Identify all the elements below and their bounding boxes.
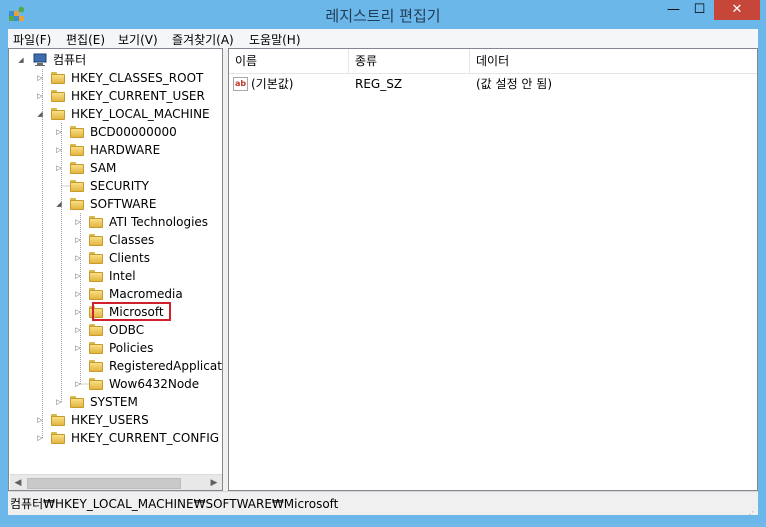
- collapse-arrow-icon[interactable]: ◢: [36, 105, 44, 123]
- window-title: 레지스트리 편집기: [325, 7, 441, 25]
- tree-label: 컴퓨터: [53, 53, 87, 67]
- tree-viewport: ◢ 컴퓨터 ▷ HKEY_CLASSES_ROOT ▷ HKEY_CURRENT…: [9, 49, 222, 472]
- folder-icon: [51, 72, 65, 84]
- folder-icon: [51, 90, 65, 102]
- status-bar: 컴퓨터₩HKEY_LOCAL_MACHINE₩SOFTWARE₩Microsof…: [8, 491, 758, 519]
- tree-label: HKEY_CURRENT_USER: [71, 89, 205, 103]
- tree-label: ATI Technologies: [109, 215, 209, 229]
- expand-arrow-icon[interactable]: ▷: [36, 429, 44, 447]
- maximize-button[interactable]: ☐: [686, 2, 713, 22]
- column-header-type[interactable]: 종류: [349, 49, 470, 73]
- expand-arrow-icon[interactable]: ▷: [36, 87, 44, 105]
- scroll-thumb[interactable]: [27, 478, 181, 489]
- menu-file[interactable]: 파일(F): [13, 31, 51, 48]
- expand-arrow-icon[interactable]: ▷: [74, 285, 82, 303]
- expand-arrow-icon[interactable]: ▷: [55, 141, 63, 159]
- resize-grip-icon[interactable]: ⋰: [746, 503, 756, 519]
- menu-bar: 파일(F) 편집(E) 보기(V) 즐겨찾기(A) 도움말(H): [8, 29, 758, 49]
- folder-icon: [70, 396, 84, 408]
- tree-label: HKEY_LOCAL_MACHINE: [71, 107, 210, 121]
- expand-arrow-icon[interactable]: ▷: [74, 249, 82, 267]
- tree-label: Clients: [109, 251, 150, 265]
- tree-label: SAM: [90, 161, 117, 175]
- tree-label: HKEY_CLASSES_ROOT: [71, 71, 204, 85]
- folder-icon: [89, 360, 103, 372]
- string-value-icon: ab: [233, 77, 248, 91]
- tree-label: HARDWARE: [90, 143, 161, 157]
- folder-icon: [89, 252, 103, 264]
- folder-icon: [51, 414, 65, 426]
- tree-label: BCD00000000: [90, 125, 177, 139]
- regedit-window: 레지스트리 편집기 — ☐ ✕ 파일(F) 편집(E) 보기(V) 즐겨찾기(A…: [0, 0, 766, 523]
- tree-label: Classes: [109, 233, 155, 247]
- scroll-left-icon[interactable]: ◀: [10, 475, 26, 490]
- expand-arrow-icon[interactable]: ▷: [74, 303, 82, 321]
- title-bar[interactable]: 레지스트리 편집기 — ☐ ✕: [0, 0, 766, 28]
- computer-icon: [33, 53, 47, 66]
- tree-horizontal-scrollbar[interactable]: ◀ ▶: [10, 474, 222, 490]
- expand-arrow-icon[interactable]: ▷: [74, 213, 82, 231]
- menu-view[interactable]: 보기(V): [118, 31, 158, 48]
- collapse-arrow-icon[interactable]: ◢: [17, 51, 25, 69]
- main-content: ◢ 컴퓨터 ▷ HKEY_CLASSES_ROOT ▷ HKEY_CURRENT…: [8, 48, 758, 491]
- folder-icon: [70, 162, 84, 174]
- folder-icon: [70, 126, 84, 138]
- menu-help[interactable]: 도움말(H): [249, 31, 301, 48]
- values-list: 이름 종류 데이터 ab (기본값) REG_SZ (값 설정 안 됨): [228, 48, 758, 491]
- tree-label: SECURITY: [90, 179, 149, 193]
- expand-arrow-icon[interactable]: ▷: [74, 267, 82, 285]
- folder-icon: [51, 432, 65, 444]
- menu-edit[interactable]: 편집(E): [66, 31, 105, 48]
- value-type: REG_SZ: [355, 77, 403, 91]
- folder-icon: [89, 378, 103, 390]
- selection-highlight: [92, 302, 171, 321]
- status-path: 컴퓨터₩HKEY_LOCAL_MACHINE₩SOFTWARE₩Microsof…: [10, 497, 339, 511]
- tree-label: HKEY_USERS: [71, 413, 149, 427]
- header-divider: [229, 73, 757, 74]
- tree-label: Macromedia: [109, 287, 183, 301]
- expand-arrow-icon[interactable]: ▷: [55, 159, 63, 177]
- expand-arrow-icon[interactable]: ▷: [74, 231, 82, 249]
- expand-arrow-icon[interactable]: ▷: [36, 69, 44, 87]
- list-item[interactable]: ab (기본값) REG_SZ (값 설정 안 됨): [229, 75, 757, 93]
- tree-label: Wow6432Node: [109, 377, 200, 391]
- tree-label: ODBC: [109, 323, 145, 337]
- menu-favorites[interactable]: 즐겨찾기(A): [172, 31, 234, 48]
- folder-open-icon: [70, 198, 84, 210]
- expand-arrow-icon[interactable]: ▷: [74, 375, 82, 393]
- expand-arrow-icon[interactable]: ▷: [74, 339, 82, 357]
- expand-arrow-icon[interactable]: ▷: [74, 321, 82, 339]
- folder-icon: [70, 180, 84, 192]
- folder-icon: [89, 288, 103, 300]
- tree-label: RegisteredApplication: [109, 359, 222, 373]
- scroll-right-icon[interactable]: ▶: [206, 475, 222, 490]
- column-header-name[interactable]: 이름: [229, 49, 349, 73]
- tree-label: HKEY_CURRENT_CONFIG: [71, 431, 220, 445]
- folder-open-icon: [51, 108, 65, 120]
- folder-icon: [89, 270, 103, 282]
- close-button[interactable]: ✕: [714, 0, 760, 20]
- folder-icon: [70, 144, 84, 156]
- collapse-arrow-icon[interactable]: ◢: [55, 195, 63, 213]
- folder-icon: [89, 324, 103, 336]
- value-data: (값 설정 안 됨): [476, 77, 553, 91]
- registry-tree: ◢ 컴퓨터 ▷ HKEY_CLASSES_ROOT ▷ HKEY_CURRENT…: [8, 48, 223, 491]
- expand-arrow-icon[interactable]: ▷: [36, 411, 44, 429]
- tree-label: Intel: [109, 269, 136, 283]
- tree-label: SYSTEM: [90, 395, 138, 409]
- minimize-button[interactable]: —: [660, 2, 687, 22]
- folder-icon: [89, 234, 103, 246]
- column-header-data[interactable]: 데이터: [470, 49, 758, 73]
- tree-label: Policies: [109, 341, 154, 355]
- folder-icon: [89, 342, 103, 354]
- expand-arrow-icon[interactable]: ▷: [55, 123, 63, 141]
- expand-arrow-icon[interactable]: ▷: [55, 393, 63, 411]
- folder-icon: [89, 216, 103, 228]
- tree-label: SOFTWARE: [90, 197, 157, 211]
- value-name: (기본값): [251, 77, 294, 91]
